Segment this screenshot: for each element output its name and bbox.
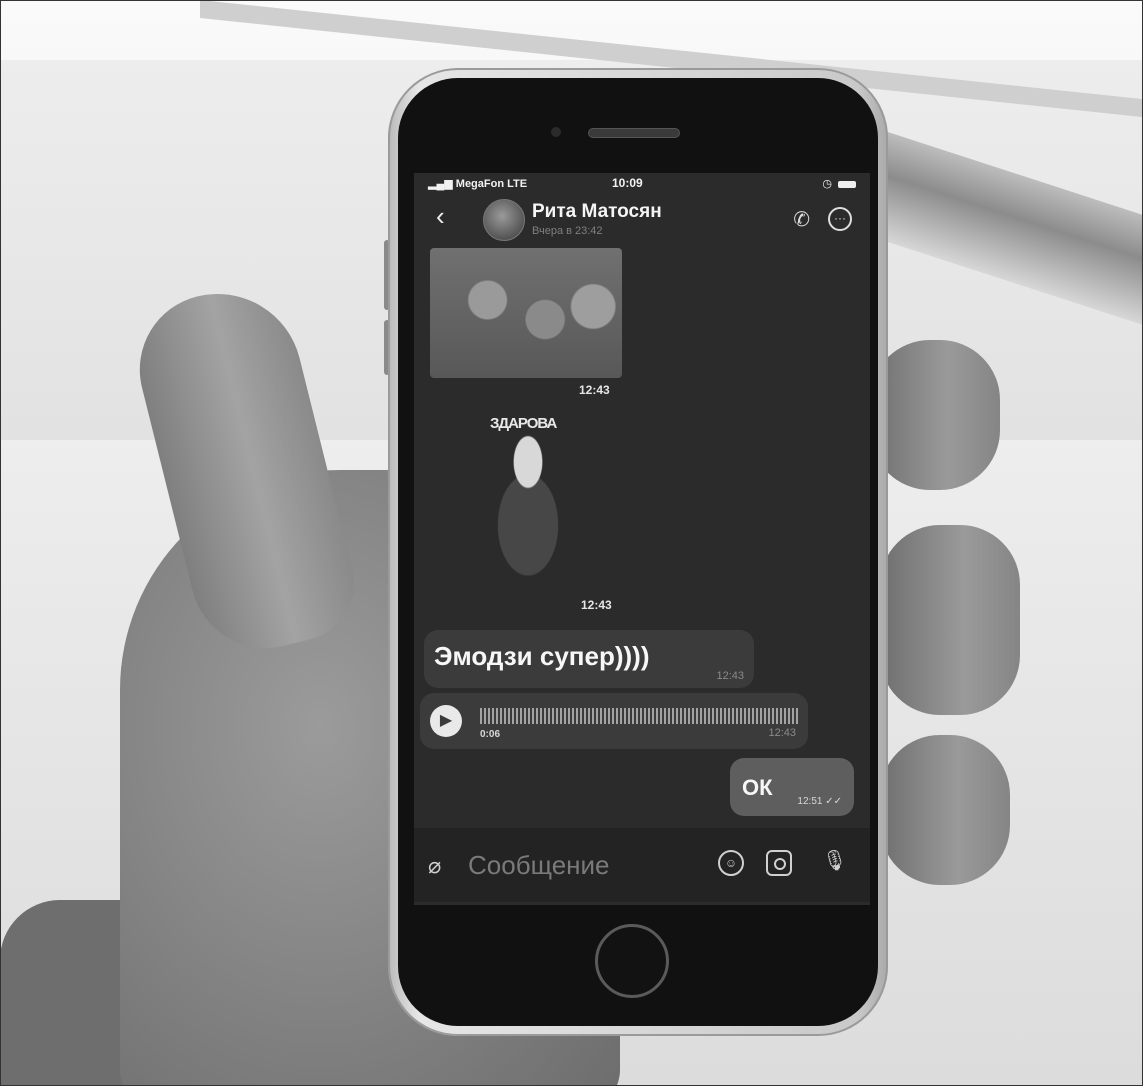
camera-icon[interactable]: [766, 850, 792, 876]
chevron-left-icon[interactable]: ‹: [436, 201, 445, 232]
message-time: 12:43: [716, 670, 744, 682]
contact-name[interactable]: Рита Матосян: [532, 201, 662, 223]
phone-icon[interactable]: ✆: [793, 207, 810, 232]
status-time: 10:09: [612, 176, 643, 190]
chat-header: ‹ Рита Матосян Вчера в 23:42 ✆ ···: [414, 195, 870, 247]
incoming-message[interactable]: Эмодзи супер)))) 12:43: [424, 630, 754, 688]
carrier-name: MegaFon: [455, 178, 505, 190]
chat-screen: ▂▄▆ MegaFon LTE 10:09 ◷ ‹ Рита Матосян В…: [414, 173, 870, 905]
sticker-message[interactable]: [458, 408, 598, 588]
front-camera: [551, 127, 561, 137]
finger: [880, 525, 1020, 715]
message-time: 12:43: [768, 727, 796, 739]
finger: [880, 735, 1010, 885]
home-button: [595, 924, 669, 998]
network-type: LTE: [507, 178, 528, 190]
earpiece: [588, 128, 680, 138]
paperclip-icon[interactable]: ⌀: [428, 853, 441, 879]
play-icon[interactable]: ▶: [430, 705, 462, 737]
signal-icon: ▂▄▆: [428, 178, 456, 190]
alarm-icon: ◷: [822, 178, 832, 190]
microphone-icon[interactable]: 🎙: [822, 848, 847, 873]
message-text: ОК: [742, 775, 773, 800]
message-time: 12:43: [581, 598, 612, 612]
finger: [870, 340, 1000, 490]
smile-icon[interactable]: ☺: [718, 850, 744, 876]
message-time: 12:43: [579, 383, 610, 397]
ellipsis-icon[interactable]: ···: [828, 207, 852, 231]
message-input[interactable]: [466, 846, 720, 884]
outgoing-message[interactable]: ОК 12:51 ✓✓: [730, 758, 854, 816]
message-composer: ⌀ ☺ 🎙: [414, 828, 870, 902]
voice-duration: 0:06: [480, 729, 501, 740]
audio-waveform[interactable]: [480, 708, 800, 724]
sticker-message[interactable]: [430, 248, 622, 378]
sticker-caption: ЗДАРОВА: [490, 415, 557, 432]
battery-icon: [838, 180, 856, 188]
carrier-info: ▂▄▆ MegaFon LTE: [428, 177, 527, 190]
voice-message[interactable]: ▶ 0:06 12:43: [420, 693, 808, 749]
smartphone: ▂▄▆ MegaFon LTE 10:09 ◷ ‹ Рита Матосян В…: [388, 68, 888, 1036]
message-time: 12:51 ✓✓: [797, 796, 842, 807]
status-bar: ▂▄▆ MegaFon LTE 10:09 ◷: [414, 173, 870, 195]
double-check-icon: ✓✓: [825, 796, 842, 807]
last-seen: Вчера в 23:42: [532, 225, 603, 237]
message-text: Эмодзи супер)))): [434, 641, 650, 671]
status-indicators: ◷: [822, 177, 856, 190]
avatar[interactable]: [483, 199, 525, 241]
photo-scene: ▂▄▆ MegaFon LTE 10:09 ◷ ‹ Рита Матосян В…: [0, 0, 1143, 1086]
